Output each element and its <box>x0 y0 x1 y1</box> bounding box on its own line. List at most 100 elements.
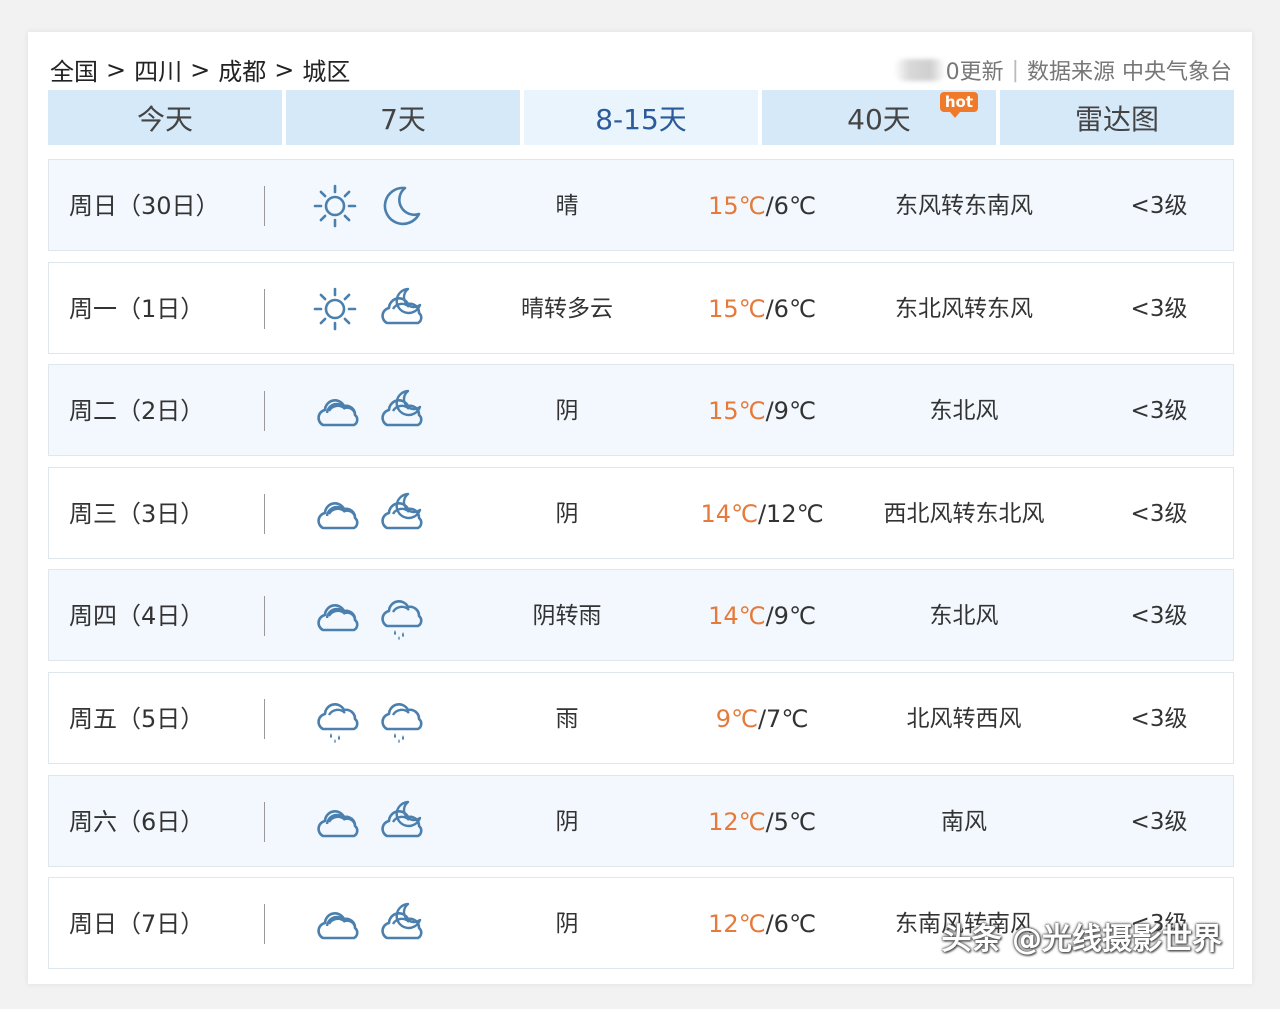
breadcrumb-sichuan[interactable]: 四川 <box>134 52 182 87</box>
breadcrumb-national[interactable]: 全国 <box>50 52 98 87</box>
wind-direction: 东风转东南风 <box>895 193 1033 219</box>
hot-badge: hot <box>939 92 978 118</box>
tab-0[interactable]: 今天 <box>48 90 282 145</box>
row-divider <box>264 904 265 945</box>
overcast-icon <box>317 501 359 530</box>
forecast-row: 周二（2日） 阴 15℃/9℃ 东北风 <3级 <box>48 364 1234 457</box>
temperature: 12℃/6℃ <box>689 878 835 970</box>
forecast-row: 周五（5日） 雨 9℃/7℃ 北风转西风 <3级 <box>48 671 1234 765</box>
wind-level: <3级 <box>1130 808 1188 835</box>
high-temp: 15℃ <box>708 294 766 323</box>
forecast-row: 周一（1日） 晴转多云 15℃/6℃ 东北风转东风 <3级 <box>48 261 1234 355</box>
wind-level: <3级 <box>1130 705 1188 732</box>
moon-icon <box>383 186 421 226</box>
cloud-moon-icon <box>381 902 423 940</box>
cloud-moon-icon <box>381 389 423 427</box>
weather-icons <box>311 695 423 743</box>
temp-slash: / <box>765 192 774 220</box>
wind-level: <3级 <box>1130 500 1188 527</box>
temp-slash: / <box>765 294 774 323</box>
row-divider <box>264 186 265 226</box>
blurred-time <box>893 59 946 81</box>
temperature: 15℃/6℃ <box>689 263 835 355</box>
temperature: 15℃/6℃ <box>689 160 835 252</box>
breadcrumb-chengdu[interactable]: 成都 <box>218 52 266 87</box>
breadcrumb-separator: > <box>106 55 127 84</box>
wind-direction: 东北风 <box>929 603 999 630</box>
wind-level: <3级 <box>1130 295 1188 322</box>
forecast-date: 周六（6日） <box>69 807 205 836</box>
breadcrumb-separator: > <box>274 55 295 84</box>
temp-slash: / <box>765 397 774 426</box>
weather-desc: 阴 <box>555 500 579 527</box>
weather-desc: 晴转多云 <box>521 295 613 322</box>
high-temp: 15℃ <box>708 397 766 426</box>
weather-card: 全国 > 四川 > 成都 > 城区 0更新 | 数据来源 中央气象台 今天 7天 8… <box>28 32 1252 984</box>
weather-icons <box>311 592 423 641</box>
tab-label: 8-15天 <box>595 103 687 136</box>
weather-desc: 阴 <box>555 808 579 835</box>
low-temp: 9℃ <box>773 397 816 426</box>
weather-desc: 晴 <box>555 193 579 219</box>
forecast-date: 周三（3日） <box>69 499 205 528</box>
wind-level: <3级 <box>1130 193 1188 219</box>
wind-level: <3级 <box>1130 603 1188 630</box>
temperature: 14℃/9℃ <box>689 570 835 662</box>
data-source-label: 数据来源 中央气象台 <box>1027 60 1232 85</box>
high-temp: 14℃ <box>700 499 758 528</box>
forecast-date: 周二（2日） <box>69 397 205 426</box>
low-temp: 9℃ <box>773 602 816 631</box>
forecast-date: 周五（5日） <box>69 704 205 733</box>
rain-icon <box>381 703 423 743</box>
wind-direction: 东北风 <box>929 398 999 425</box>
forecast-row: 周四（4日） 阴转雨 14℃/9℃ 东北风 <3级 <box>48 569 1234 662</box>
cloud-moon-icon <box>381 287 423 324</box>
weather-icons <box>311 900 423 948</box>
wind-direction: 北风转西风 <box>906 705 1022 732</box>
rain-icon <box>381 600 423 641</box>
temperature: 9℃/7℃ <box>689 673 835 765</box>
weather-desc: 雨 <box>555 705 579 732</box>
tab-4[interactable]: 雷达图 <box>1000 90 1234 145</box>
row-divider <box>264 596 265 637</box>
high-temp: 12℃ <box>708 807 766 836</box>
row-divider <box>264 698 265 739</box>
forecast-row: 周三（3日） 阴 14℃/12℃ 西北风转东北风 <3级 <box>48 466 1234 559</box>
sun-icon <box>313 184 357 228</box>
temperature: 15℃/9℃ <box>689 365 835 457</box>
forecast-date: 周一（1日） <box>69 294 205 323</box>
temperature: 12℃/5℃ <box>689 776 835 868</box>
wind-level: <3级 <box>1130 398 1188 425</box>
breadcrumb-current: 城区 <box>302 58 351 86</box>
cloud-moon-icon <box>381 800 423 837</box>
wind-direction: 南风 <box>941 808 987 835</box>
weather-icons <box>311 387 423 435</box>
row-divider <box>264 801 265 842</box>
weather-icons <box>311 798 423 846</box>
update-source: 0更新 | 数据来源 中央气象台 <box>893 54 1232 86</box>
high-temp: 14℃ <box>708 602 766 631</box>
forecast-list: 周日（30日）晴 15℃/6℃ 东风转东南风 <3级 周一（1日） 晴转多云 15℃/6℃ 东… <box>48 159 1234 980</box>
forecast-row: 周日（30日） 晴 15℃/6℃ 东风转东南风 <3级 <box>48 159 1234 251</box>
overcast-icon <box>317 912 359 940</box>
low-temp: 6℃ <box>773 910 816 939</box>
sun-icon <box>313 287 357 330</box>
low-temp: 6℃ <box>773 192 816 220</box>
overcast-icon <box>317 399 359 427</box>
tab-label: 40天 <box>847 103 911 136</box>
weather-desc: 阴 <box>555 911 579 938</box>
row-divider <box>264 288 265 329</box>
overcast-icon <box>317 604 359 632</box>
high-temp: 12℃ <box>708 910 766 939</box>
temp-slash: / <box>765 910 774 939</box>
weather-icons <box>311 182 423 230</box>
tab-label: 雷达图 <box>1074 103 1159 136</box>
low-temp: 12℃ <box>766 499 824 528</box>
tab-3[interactable]: 40天 hot <box>762 90 996 145</box>
tab-2[interactable]: 8-15天 <box>524 90 758 145</box>
tab-1[interactable]: 7天 <box>286 90 520 145</box>
breadcrumb: 全国 > 四川 > 成都 > 城区 <box>50 52 350 87</box>
wind-direction: 东北风转东风 <box>895 295 1033 322</box>
temp-slash: / <box>757 704 767 733</box>
row-divider <box>264 391 265 432</box>
